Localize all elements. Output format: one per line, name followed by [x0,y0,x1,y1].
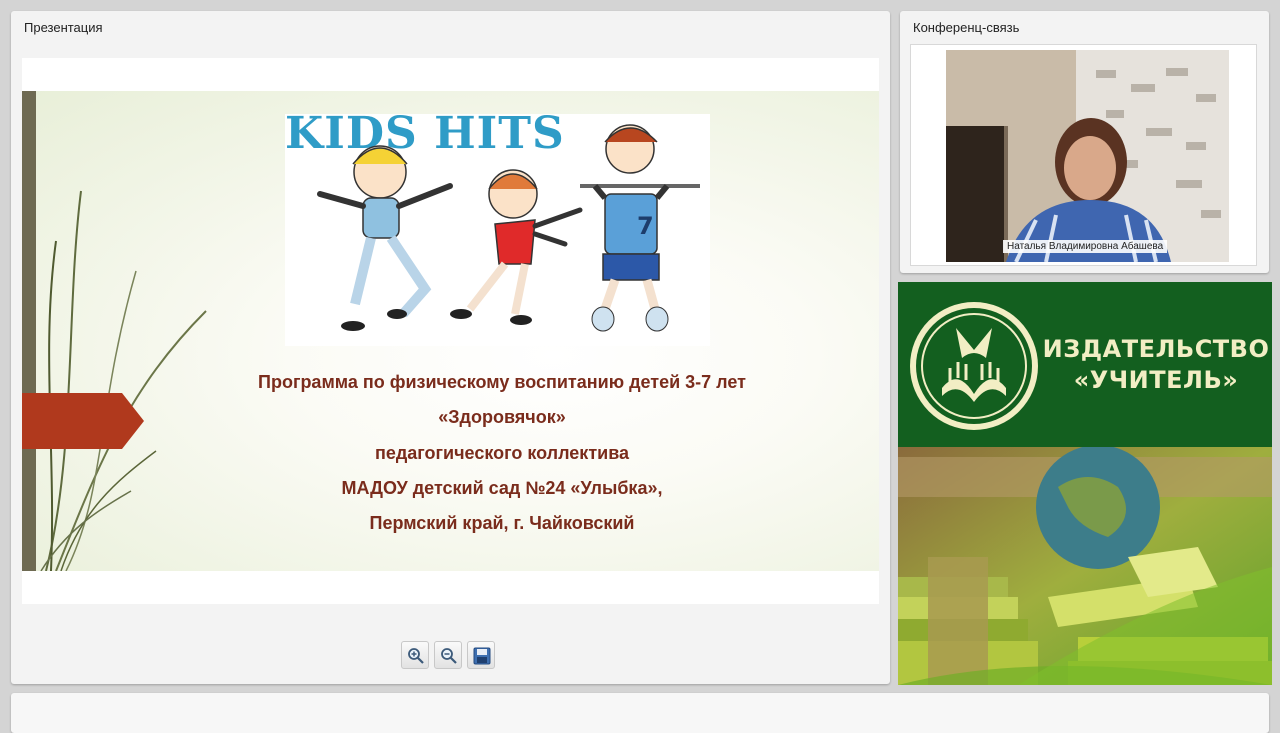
bottom-panel [11,693,1269,733]
slide-line-3: педагогического коллектива [374,443,630,463]
zoom-in-button[interactable] [401,641,429,669]
zoom-out-icon [441,648,457,664]
books-globe-illustration [898,447,1272,685]
publisher-logo-icon [910,302,1038,430]
slide-left-bar [22,91,36,571]
conference-panel-title: Конференц-связь [913,20,1020,35]
conference-panel: Конференц-связь Наталья Владимировна Аба… [900,11,1269,273]
svg-text:7: 7 [637,212,654,240]
publisher-name: ИЗДАТЕЛЬСТВО «УЧИТЕЛЬ» [1040,334,1272,396]
save-button[interactable] [467,641,495,669]
publisher-name-line1: ИЗДАТЕЛЬСТВО [1042,335,1270,363]
publisher-banner[interactable]: ИЗДАТЕЛЬСТВО «УЧИТЕЛЬ» [898,282,1272,685]
participant-video-image [946,50,1229,262]
participant-video[interactable]: Наталья Владимировна Абашева [946,50,1229,262]
grass-decoration [40,190,207,571]
slide-line-5: Пермский край, г. Чайковский [369,513,635,533]
kids-illustration: 7 [317,124,700,332]
kids-hits-image: KIDS HITS 7 [285,108,710,346]
slide: KIDS HITS 7 Программа по физическому вос… [22,91,879,571]
presentation-panel: Презентация KIDS HITS 7 Программа по физ… [11,11,890,684]
zoom-in-icon [408,648,424,664]
publisher-books-image [898,447,1272,685]
participant-name-label: Наталья Владимировна Абашева [1003,240,1168,253]
slide-line-1: Программа по физическому воспитанию дете… [258,372,746,392]
slide-line-4: МАДОУ детский сад №24 «Улыбка», [341,478,663,498]
slide-viewer[interactable]: KIDS HITS 7 Программа по физическому вос… [22,58,879,604]
publisher-banner-top: ИЗДАТЕЛЬСТВО «УЧИТЕЛЬ» [898,282,1272,447]
publisher-name-line2: «УЧИТЕЛЬ» [1073,366,1239,394]
video-frame: Наталья Владимировна Абашева [910,44,1257,266]
presentation-panel-title: Презентация [24,20,103,35]
zoom-out-button[interactable] [434,641,462,669]
save-icon [473,647,491,665]
slide-line-2: «Здоровячок» [438,407,566,427]
